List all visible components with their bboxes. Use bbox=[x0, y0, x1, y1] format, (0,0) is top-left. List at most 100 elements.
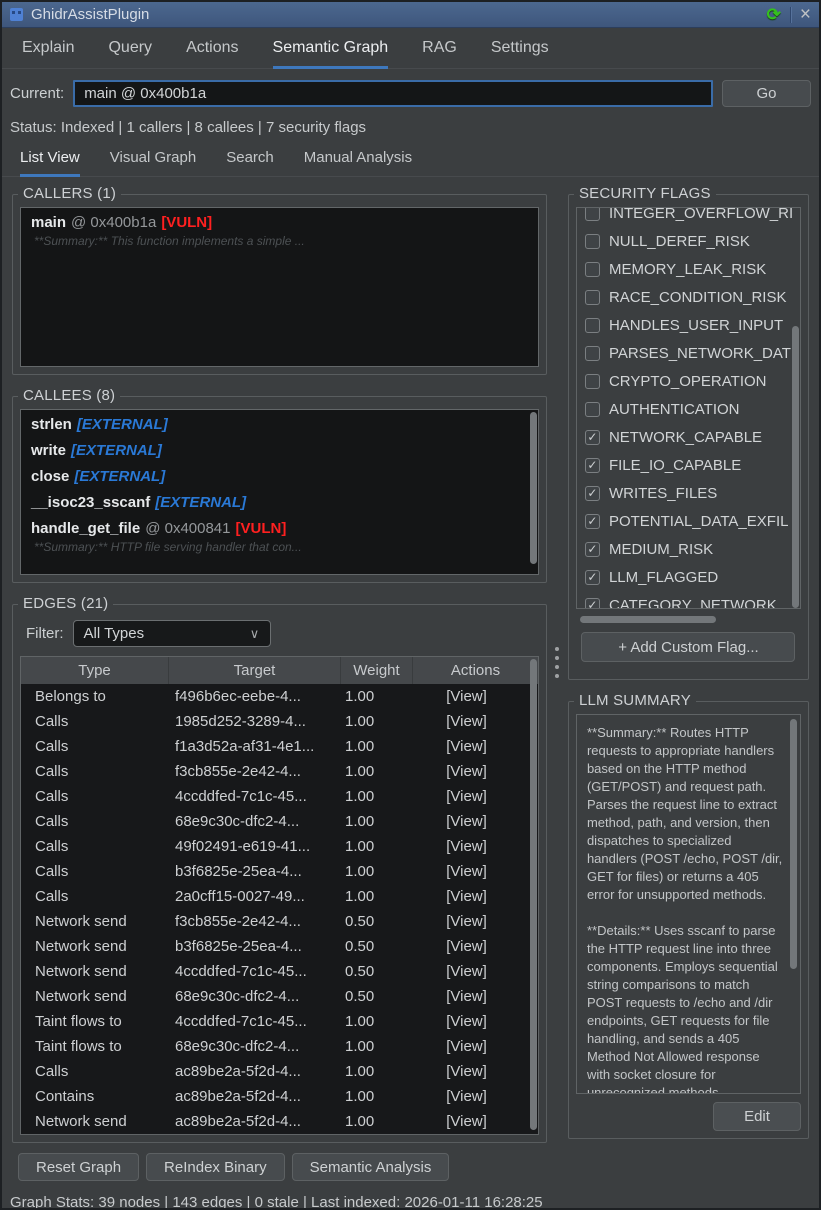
column-header-type[interactable]: Type bbox=[21, 657, 169, 684]
view-tab[interactable]: Visual Graph bbox=[110, 149, 196, 177]
edges-scrollbar-thumb[interactable] bbox=[530, 659, 537, 1130]
edge-row[interactable]: Calls b3f6825e-25ea-4... 1.00 [View] bbox=[21, 859, 538, 884]
flag-checkbox[interactable]: ✓ bbox=[585, 542, 600, 557]
callee-item[interactable]: close[EXTERNAL] bbox=[21, 462, 538, 488]
edge-row[interactable]: Network send 4ccddfed-7c1c-45... 0.50 [V… bbox=[21, 959, 538, 984]
flag-row[interactable]: PARSES_NETWORK_DAT bbox=[577, 339, 800, 367]
footer-action-button[interactable]: ReIndex Binary bbox=[146, 1153, 285, 1181]
edge-row[interactable]: Calls 2a0cff15-0027-49... 1.00 [View] bbox=[21, 884, 538, 909]
edge-row[interactable]: Contains ac89be2a-5f2d-4... 1.00 [View] bbox=[21, 1084, 538, 1109]
column-header-actions[interactable]: Actions bbox=[413, 657, 538, 684]
edge-row[interactable]: Calls ac89be2a-5f2d-4... 1.00 [View] bbox=[21, 1059, 538, 1084]
edge-row[interactable]: Belongs to f496b6ec-eebe-4... 1.00 [View… bbox=[21, 684, 538, 709]
edge-row[interactable]: Network send ac89be2a-5f2d-4... 1.00 [Vi… bbox=[21, 1109, 538, 1134]
go-button[interactable]: Go bbox=[722, 80, 811, 107]
flag-row[interactable]: ✓ WRITES_FILES bbox=[577, 479, 800, 507]
callee-item[interactable]: write[EXTERNAL] bbox=[21, 436, 538, 462]
view-link[interactable]: [View] bbox=[413, 1038, 538, 1055]
tab[interactable]: Query bbox=[108, 39, 152, 69]
add-custom-flag-button[interactable]: + Add Custom Flag... bbox=[581, 632, 795, 662]
flag-row[interactable]: ✓ MEDIUM_RISK bbox=[577, 535, 800, 563]
flag-checkbox[interactable] bbox=[585, 402, 600, 417]
view-link[interactable]: [View] bbox=[413, 813, 538, 830]
flag-row[interactable]: NULL_DEREF_RISK bbox=[577, 227, 800, 255]
refresh-icon[interactable]: ⟳ bbox=[767, 6, 781, 23]
view-link[interactable]: [View] bbox=[413, 863, 538, 880]
callee-item[interactable]: strlen[EXTERNAL] bbox=[21, 410, 538, 436]
flag-checkbox[interactable] bbox=[585, 234, 600, 249]
llm-scrollbar-thumb[interactable] bbox=[790, 719, 797, 969]
flag-row[interactable]: ✓ FILE_IO_CAPABLE bbox=[577, 451, 800, 479]
view-link[interactable]: [View] bbox=[413, 938, 538, 955]
flag-checkbox[interactable] bbox=[585, 374, 600, 389]
footer-action-button[interactable]: Reset Graph bbox=[18, 1153, 139, 1181]
view-link[interactable]: [View] bbox=[413, 788, 538, 805]
column-header-target[interactable]: Target bbox=[169, 657, 341, 684]
view-link[interactable]: [View] bbox=[413, 738, 538, 755]
flag-row[interactable]: ✓ LLM_FLAGGED bbox=[577, 563, 800, 591]
flag-row[interactable]: ✓ NETWORK_CAPABLE bbox=[577, 423, 800, 451]
view-link[interactable]: [View] bbox=[413, 838, 538, 855]
edge-row[interactable]: Taint flows to 68e9c30c-dfc2-4... 1.00 [… bbox=[21, 1034, 538, 1059]
edge-filter-select[interactable]: All Types ∨ bbox=[73, 620, 271, 647]
flag-checkbox[interactable] bbox=[585, 207, 600, 221]
flag-checkbox[interactable]: ✓ bbox=[585, 458, 600, 473]
edge-row[interactable]: Calls 68e9c30c-dfc2-4... 1.00 [View] bbox=[21, 809, 538, 834]
flag-checkbox[interactable]: ✓ bbox=[585, 430, 600, 445]
flag-row[interactable]: ✓ CATEGORY_NETWORK bbox=[577, 591, 800, 609]
view-link[interactable]: [View] bbox=[413, 688, 538, 705]
edge-row[interactable]: Network send b3f6825e-25ea-4... 0.50 [Vi… bbox=[21, 934, 538, 959]
view-link[interactable]: [View] bbox=[413, 1013, 538, 1030]
edge-row[interactable]: Taint flows to 4ccddfed-7c1c-45... 1.00 … bbox=[21, 1009, 538, 1034]
edge-row[interactable]: Calls f3cb855e-2e42-4... 1.00 [View] bbox=[21, 759, 538, 784]
flag-row[interactable]: CRYPTO_OPERATION bbox=[577, 367, 800, 395]
flags-scrollbar-thumb[interactable] bbox=[792, 326, 799, 608]
tab[interactable]: RAG bbox=[422, 39, 457, 69]
flag-checkbox[interactable] bbox=[585, 262, 600, 277]
view-tab[interactable]: Search bbox=[226, 149, 274, 177]
caller-item[interactable]: main@ 0x400b1a[VULN] **Summary:** This f… bbox=[21, 208, 538, 253]
view-link[interactable]: [View] bbox=[413, 1113, 538, 1130]
edge-row[interactable]: Calls 4ccddfed-7c1c-45... 1.00 [View] bbox=[21, 784, 538, 809]
view-tab[interactable]: List View bbox=[20, 149, 80, 177]
flags-hscrollbar-thumb[interactable] bbox=[580, 616, 716, 623]
flag-checkbox[interactable]: ✓ bbox=[585, 570, 600, 585]
edge-row[interactable]: Network send 68e9c30c-dfc2-4... 0.50 [Vi… bbox=[21, 984, 538, 1009]
flag-checkbox[interactable] bbox=[585, 346, 600, 361]
callee-item[interactable]: handle_get_file@ 0x400841[VULN] **Summar… bbox=[21, 514, 538, 559]
flag-row[interactable]: INTEGER_OVERFLOW_RI bbox=[577, 207, 800, 227]
flag-checkbox[interactable]: ✓ bbox=[585, 598, 600, 610]
current-function-input[interactable] bbox=[73, 80, 713, 107]
flag-row[interactable]: MEMORY_LEAK_RISK bbox=[577, 255, 800, 283]
tab[interactable]: Explain bbox=[22, 39, 74, 69]
view-link[interactable]: [View] bbox=[413, 713, 538, 730]
edit-button[interactable]: Edit bbox=[713, 1102, 801, 1131]
panel-splitter[interactable] bbox=[556, 185, 559, 1143]
view-link[interactable]: [View] bbox=[413, 913, 538, 930]
flag-checkbox[interactable]: ✓ bbox=[585, 486, 600, 501]
tab[interactable]: Actions bbox=[186, 39, 238, 69]
tab[interactable]: Semantic Graph bbox=[273, 39, 389, 69]
flag-row[interactable]: AUTHENTICATION bbox=[577, 395, 800, 423]
view-link[interactable]: [View] bbox=[413, 1088, 538, 1105]
flag-checkbox[interactable] bbox=[585, 290, 600, 305]
callees-scrollbar-thumb[interactable] bbox=[530, 412, 537, 564]
edge-row[interactable]: Network send f3cb855e-2e42-4... 0.50 [Vi… bbox=[21, 909, 538, 934]
view-link[interactable]: [View] bbox=[413, 888, 538, 905]
column-header-weight[interactable]: Weight bbox=[341, 657, 413, 684]
edge-row[interactable]: Calls f1a3d52a-af31-4e1... 1.00 [View] bbox=[21, 734, 538, 759]
flag-row[interactable]: HANDLES_USER_INPUT bbox=[577, 311, 800, 339]
close-icon[interactable]: × bbox=[800, 5, 811, 24]
callee-item[interactable]: __isoc23_sscanf[EXTERNAL] bbox=[21, 488, 538, 514]
view-link[interactable]: [View] bbox=[413, 763, 538, 780]
footer-action-button[interactable]: Semantic Analysis bbox=[292, 1153, 450, 1181]
view-link[interactable]: [View] bbox=[413, 963, 538, 980]
edge-row[interactable]: Calls 49f02491-e619-41... 1.00 [View] bbox=[21, 834, 538, 859]
view-link[interactable]: [View] bbox=[413, 988, 538, 1005]
flag-checkbox[interactable] bbox=[585, 318, 600, 333]
tab[interactable]: Settings bbox=[491, 39, 549, 69]
edge-row[interactable]: Calls 1985d252-3289-4... 1.00 [View] bbox=[21, 709, 538, 734]
view-tab[interactable]: Manual Analysis bbox=[304, 149, 412, 177]
flag-row[interactable]: RACE_CONDITION_RISK bbox=[577, 283, 800, 311]
view-link[interactable]: [View] bbox=[413, 1063, 538, 1080]
